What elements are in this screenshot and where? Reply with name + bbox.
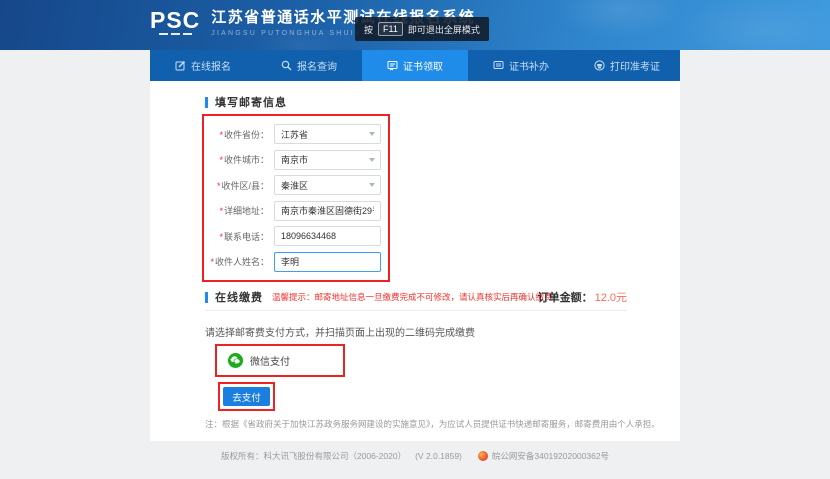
edit-icon xyxy=(175,60,186,71)
wechat-icon xyxy=(228,353,243,368)
app-header: PSC 江苏省普通话水平测试在线报名系统 JIANGSU PUTONGHUA S… xyxy=(0,0,830,50)
mailing-info-title: 填写邮寄信息 xyxy=(215,94,287,110)
chevron-down-icon xyxy=(369,132,375,136)
certificate-icon xyxy=(387,60,398,71)
main-nav: 在线报名 报名查询 证书领取 证书补办 打印准考证 xyxy=(150,50,680,81)
tab-label: 报名查询 xyxy=(297,58,337,73)
province-label: 收件省份： xyxy=(224,130,269,140)
chevron-down-icon xyxy=(369,183,375,187)
beian-badge-icon xyxy=(478,451,488,461)
city-value: 南京市 xyxy=(281,153,308,166)
go-to-pay-button[interactable]: 去支付 xyxy=(223,387,270,406)
province-value: 江苏省 xyxy=(281,128,308,141)
city-label: 收件城市： xyxy=(224,155,269,165)
fullscreen-tip-suffix: 即可退出全屏模式 xyxy=(408,23,480,36)
pay-button-annotation-box: 去支付 xyxy=(218,382,275,411)
field-row-address: *详细地址： xyxy=(207,200,381,221)
psc-logo-underline xyxy=(159,33,192,35)
required-mark: * xyxy=(219,155,223,165)
required-mark: * xyxy=(219,232,223,242)
content-column: 在线报名 报名查询 证书领取 证书补办 打印准考证 填写邮寄信息 *收件省份： xyxy=(150,50,680,441)
page-footer: 版权所有：科大讯飞股份有限公司（2006-2020） (V 2.0.1859) … xyxy=(0,450,830,462)
tab-registration-query[interactable]: 报名查询 xyxy=(256,50,362,81)
payment-section-header: 在线缴费 温馨提示：邮寄地址信息一旦缴费完成不可修改，请认真核实后再确认缴费！ xyxy=(205,289,561,305)
footer-beian-number: 皖公网安备34019202000362号 xyxy=(492,450,609,462)
mailing-form-annotation-box: *收件省份： 江苏省 *收件城市： 南京市 *收件区/县： 秦淮区 xyxy=(202,114,390,282)
payment-warning-text: 温馨提示：邮寄地址信息一旦缴费完成不可修改，请认真核实后再确认缴费！ xyxy=(272,291,561,303)
f11-key-badge: F11 xyxy=(378,22,403,36)
province-select[interactable]: 江苏省 xyxy=(274,124,381,144)
mailing-info-section-header: 填写邮寄信息 xyxy=(205,94,287,110)
tab-certificate-reissue[interactable]: 证书补办 xyxy=(468,50,574,81)
city-select[interactable]: 南京市 xyxy=(274,150,381,170)
tab-label: 打印准考证 xyxy=(610,58,660,73)
footer-version: (V 2.0.1859) xyxy=(415,451,462,461)
tab-label: 证书领取 xyxy=(403,58,443,73)
field-row-city: *收件城市： 南京市 xyxy=(207,149,381,170)
required-mark: * xyxy=(219,206,223,216)
fullscreen-exit-tooltip: 按 F11 即可退出全屏模式 xyxy=(355,17,489,41)
order-amount-block: 订单金额： 12.0元 xyxy=(538,289,627,305)
field-row-province: *收件省份： 江苏省 xyxy=(207,124,381,145)
tab-label: 证书补办 xyxy=(509,58,549,73)
order-amount-value: 12.0元 xyxy=(595,289,627,305)
payment-instruction: 请选择邮寄费支付方式，并扫描页面上出现的二维码完成缴费 xyxy=(205,324,475,339)
recipient-name-label: 收件人姓名： xyxy=(215,257,269,267)
policy-note: 注：根据《省政府关于加快江苏政务服务网建设的实施意见》，为应试人员提供证书快递邮… xyxy=(205,418,660,430)
search-icon xyxy=(281,60,292,71)
district-select[interactable]: 秦淮区 xyxy=(274,175,381,195)
recipient-name-input[interactable] xyxy=(274,252,381,272)
main-card: 填写邮寄信息 *收件省份： 江苏省 *收件城市： 南京市 *收件区/县： xyxy=(150,81,680,441)
psc-logo: PSC xyxy=(150,8,200,35)
field-row-phone: *联系电话： xyxy=(207,226,381,247)
order-amount-label: 订单金额： xyxy=(538,289,593,305)
district-label: 收件区/县： xyxy=(221,181,269,191)
field-row-district: *收件区/县： 秦淮区 xyxy=(207,175,381,196)
chevron-down-icon xyxy=(369,158,375,162)
footer-copyright: 版权所有：科大讯飞股份有限公司（2006-2020） xyxy=(221,450,406,462)
section-accent-bar xyxy=(205,97,208,108)
wechat-pay-option[interactable]: 微信支付 xyxy=(215,344,345,377)
payment-title: 在线缴费 xyxy=(215,289,263,305)
wechat-pay-label: 微信支付 xyxy=(250,353,290,368)
field-row-recipient-name: *收件人姓名： xyxy=(207,251,381,272)
footer-copyright-block: 版权所有：科大讯飞股份有限公司（2006-2020） (V 2.0.1859) xyxy=(221,450,462,462)
required-mark: * xyxy=(219,130,223,140)
section-divider xyxy=(205,310,627,311)
phone-label: 联系电话： xyxy=(224,232,269,242)
psc-logo-text: PSC xyxy=(150,8,200,32)
certificate-reissue-icon xyxy=(493,60,504,71)
tab-print-admission-ticket[interactable]: 打印准考证 xyxy=(574,50,680,81)
tab-label: 在线报名 xyxy=(191,58,231,73)
district-value: 秦淮区 xyxy=(281,179,308,192)
fullscreen-tip-prefix: 按 xyxy=(364,23,373,36)
required-mark: * xyxy=(210,257,214,267)
address-label: 详细地址： xyxy=(224,206,269,216)
required-mark: * xyxy=(217,181,221,191)
tab-certificate-collection[interactable]: 证书领取 xyxy=(362,50,468,81)
footer-beian-block: 皖公网安备34019202000362号 xyxy=(478,450,609,462)
section-accent-bar xyxy=(205,292,208,303)
phone-input[interactable] xyxy=(274,226,381,246)
address-input[interactable] xyxy=(274,201,381,221)
printer-icon xyxy=(594,60,605,71)
tab-online-registration[interactable]: 在线报名 xyxy=(150,50,256,81)
